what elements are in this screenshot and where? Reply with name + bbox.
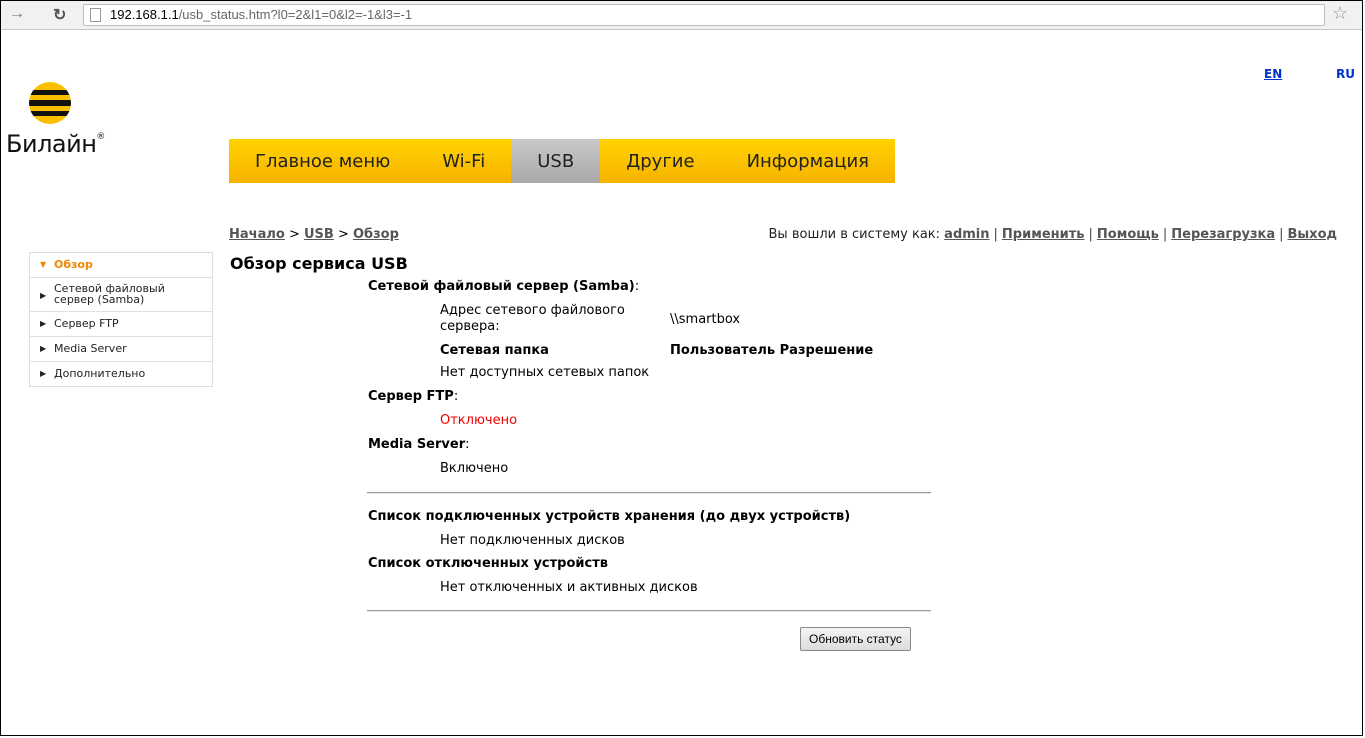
storage-section-header: Список подключенных устройств хранения (… [368, 509, 851, 524]
separator: | [1279, 227, 1284, 242]
lang-en-link[interactable]: EN [1264, 67, 1282, 81]
breadcrumb: Начало > USB > Обзор [229, 227, 399, 242]
breadcrumb-overview[interactable]: Обзор [353, 227, 399, 242]
divider [367, 492, 931, 494]
url-text: 192.168.1.1/usb_status.htm?l0=2&l1=0&l2=… [110, 7, 413, 22]
apply-link[interactable]: Применить [1002, 227, 1085, 242]
breadcrumb-sep: > [284, 227, 304, 242]
menu-main[interactable]: Главное меню [229, 139, 417, 183]
separator: | [993, 227, 998, 242]
reboot-link[interactable]: Перезагрузка [1171, 227, 1275, 242]
logout-link[interactable]: Выход [1288, 227, 1337, 242]
media-status: Включено [440, 461, 509, 476]
separator: | [1162, 227, 1168, 242]
media-section-header: Media Server: [368, 437, 470, 452]
main-menu: Главное меню Wi-Fi USB Другие Информация [229, 139, 896, 183]
col-user-permission-header: Пользователь Разрешение [670, 343, 874, 358]
samba-address-value: \\smartbox [670, 312, 741, 327]
samba-section-header: Сетевой файловый сервер (Samba): [368, 279, 640, 294]
chevron-right-icon: ▶ [40, 291, 47, 300]
breadcrumb-sep: > [333, 227, 353, 242]
chevron-right-icon: ▶ [40, 369, 47, 378]
sidebar-item-label: Сетевой файловый сервер (Samba) [54, 282, 165, 306]
star-icon[interactable]: ☆ [1332, 3, 1348, 24]
address-bar[interactable]: 192.168.1.1/usb_status.htm?l0=2&l1=0&l2=… [83, 4, 1325, 26]
sidebar-item-label: Обзор [54, 258, 93, 271]
logo-wordmark: Билайн® [6, 130, 105, 158]
sidebar-item-label: Сервер FTP [54, 317, 119, 330]
beeline-logo-icon [29, 82, 71, 124]
help-link[interactable]: Помощь [1097, 227, 1159, 242]
col-share-header: Сетевая папка [440, 343, 549, 358]
breadcrumb-home[interactable]: Начало [229, 227, 285, 242]
sidebar-item-advanced[interactable]: ▶ Дополнительно [30, 361, 212, 386]
samba-address-label: Адрес сетевого файлового сервера: [440, 303, 625, 334]
separator: | [1088, 227, 1093, 242]
arrow-right-icon[interactable]: → [9, 5, 25, 23]
sidebar-item-label: Media Server [54, 342, 127, 355]
sidebar-item-media-server[interactable]: ▶ Media Server [30, 336, 212, 361]
no-disconnected-text: Нет отключенных и активных дисков [440, 580, 698, 595]
sidebar: ▼ Обзор ▶ Сетевой файловый сервер (Samba) … [29, 252, 213, 387]
browser-toolbar: → ↻ 192.168.1.1/usb_status.htm?l0=2&l1=0… [1, 1, 1362, 30]
menu-wifi[interactable]: Wi-Fi [416, 139, 512, 183]
user-toolbar: Вы вошли в систему как: admin | Применить |… [769, 227, 1337, 242]
sidebar-item-overview[interactable]: ▼ Обзор [30, 253, 212, 277]
sidebar-item-samba[interactable]: ▶ Сетевой файловый сервер (Samba) [30, 277, 212, 311]
reload-icon[interactable]: ↻ [53, 5, 66, 25]
breadcrumb-usb[interactable]: USB [304, 227, 334, 242]
menu-other[interactable]: Другие [600, 139, 721, 183]
disconnected-section-header: Список отключенных устройств [368, 556, 608, 571]
chevron-down-icon: ▼ [40, 260, 47, 269]
chevron-right-icon: ▶ [40, 319, 47, 328]
ftp-status: Отключено [440, 413, 518, 428]
menu-usb[interactable]: USB [511, 139, 601, 183]
user-link[interactable]: admin [944, 227, 989, 242]
sidebar-item-label: Дополнительно [54, 367, 146, 380]
page-icon [90, 8, 101, 22]
logged-in-label: Вы вошли в систему как: [768, 227, 941, 242]
page-title: Обзор сервиса USB [230, 254, 408, 273]
no-disks-text: Нет подключенных дисков [440, 533, 625, 548]
menu-info[interactable]: Информация [720, 139, 896, 183]
chevron-right-icon: ▶ [40, 344, 47, 353]
sidebar-item-ftp[interactable]: ▶ Сервер FTP [30, 311, 212, 336]
lang-ru-link[interactable]: RU [1336, 67, 1355, 81]
ftp-section-header: Сервер FTP: [368, 389, 459, 404]
divider [367, 610, 931, 612]
refresh-status-button[interactable]: Обновить статус [800, 627, 911, 651]
no-shares-text: Нет доступных сетевых папок [440, 365, 650, 380]
